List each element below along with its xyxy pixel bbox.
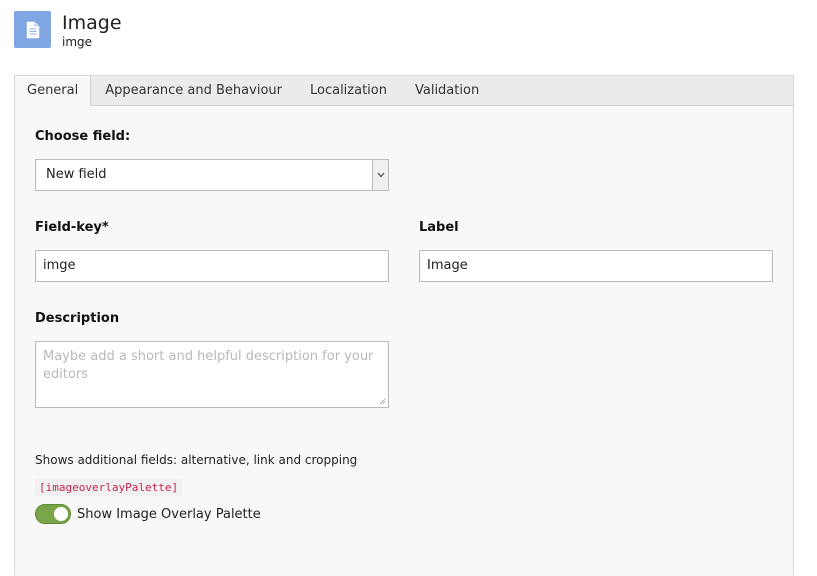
description-textarea[interactable]: Maybe add a short and helpful descriptio… (35, 341, 389, 408)
field-editor-panel: General Appearance and Behaviour Localiz… (14, 75, 794, 576)
choose-field-value: New field (46, 167, 107, 182)
tab-appearance[interactable]: Appearance and Behaviour (91, 76, 296, 105)
page-subtitle: imge (62, 35, 93, 49)
document-icon (14, 11, 51, 48)
field-key-input[interactable]: imge (35, 250, 389, 282)
tab-validation[interactable]: Validation (401, 76, 493, 105)
page-title: Image (62, 12, 122, 34)
page-header: Image imge (14, 11, 122, 50)
tab-content-general: Choose field: New field Field-key* imge … (15, 106, 793, 576)
chevron-down-icon[interactable] (372, 160, 388, 190)
label-input[interactable]: Image (419, 250, 773, 282)
toggle-knob (54, 507, 68, 521)
palette-hint: Shows additional fields: alternative, li… (35, 453, 358, 467)
choose-field-select[interactable]: New field (35, 159, 389, 191)
image-overlay-toggle[interactable] (35, 504, 71, 524)
tab-general[interactable]: General (15, 76, 92, 107)
tab-bar: General Appearance and Behaviour Localiz… (15, 76, 793, 107)
field-key-label: Field-key* (35, 220, 109, 235)
palette-code: [imageoverlayPalette] (35, 479, 183, 496)
label-label: Label (419, 220, 459, 235)
tab-localization[interactable]: Localization (296, 76, 401, 105)
palette-toggle-row: Show Image Overlay Palette (35, 504, 261, 524)
choose-field-label: Choose field: (35, 129, 131, 144)
image-overlay-toggle-label: Show Image Overlay Palette (77, 506, 261, 522)
description-placeholder: Maybe add a short and helpful descriptio… (43, 349, 374, 382)
resize-handle-icon[interactable] (379, 398, 386, 405)
description-label: Description (35, 311, 120, 326)
